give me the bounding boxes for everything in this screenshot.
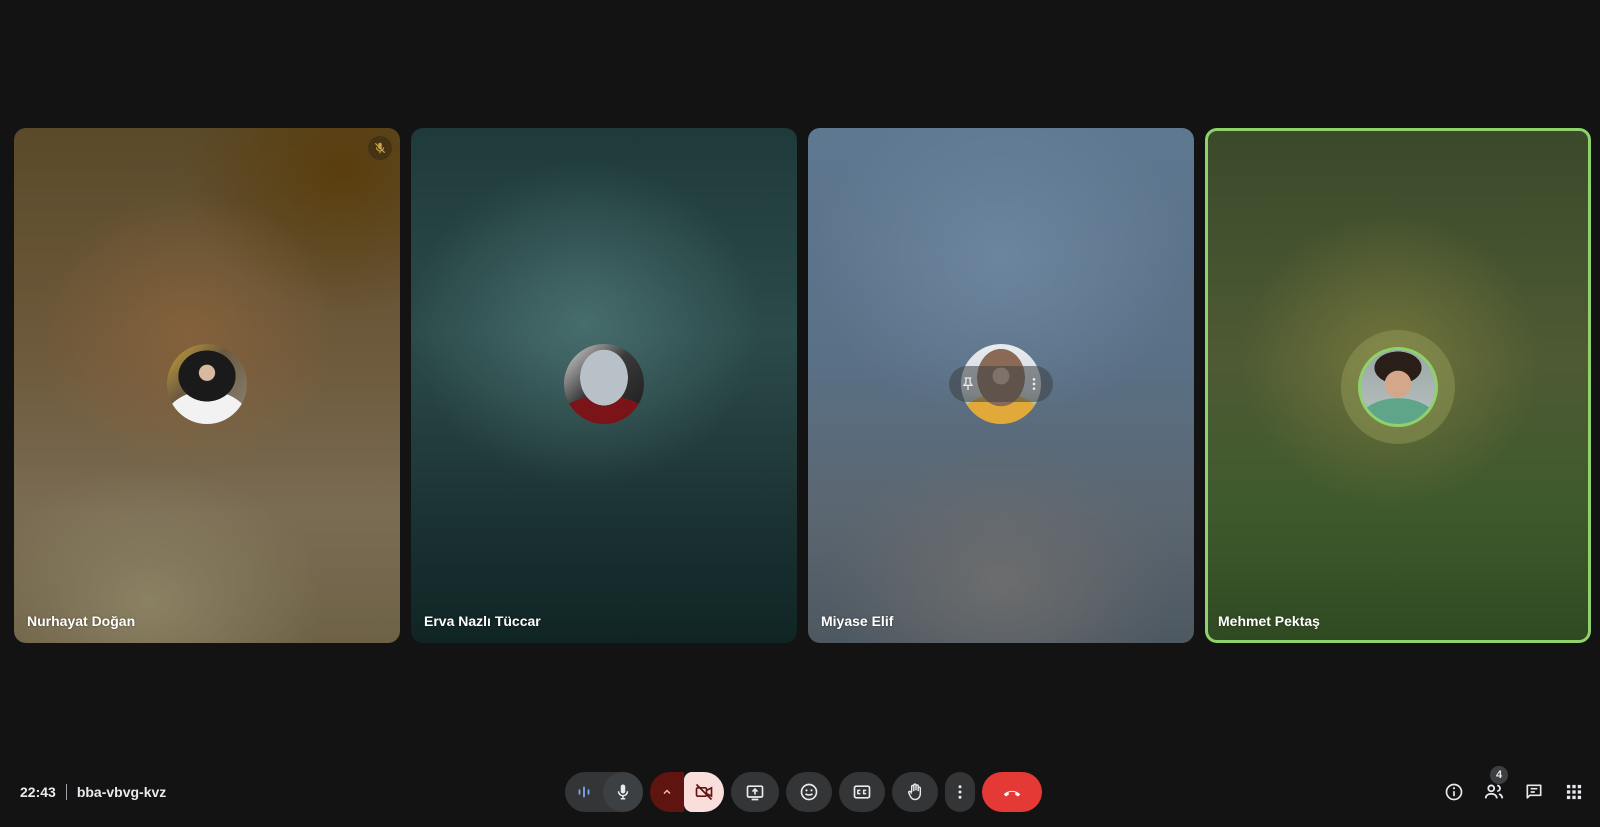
participant-avatar	[167, 344, 247, 424]
microphone-group	[565, 772, 643, 812]
present-screen-button[interactable]	[731, 772, 779, 812]
audio-levels-icon	[578, 786, 590, 798]
chat-button[interactable]	[1520, 778, 1548, 806]
emoji-icon	[800, 783, 818, 801]
participant-tile[interactable]: Erva Nazlı Tüccar	[411, 128, 797, 643]
participant-name: Nurhayat Doğan	[27, 613, 136, 629]
apps-grid-icon	[1566, 784, 1582, 800]
mic-off-icon	[368, 136, 392, 160]
pin-icon	[962, 377, 974, 390]
chat-icon	[1526, 784, 1542, 799]
participant-tile[interactable]: Nurhayat Doğan	[14, 128, 400, 643]
camera-options-button[interactable]	[650, 772, 684, 812]
participant-tile[interactable]: Miyase Elif	[808, 128, 1194, 643]
side-panel-controls: 4	[1428, 766, 1588, 806]
camera-group	[650, 772, 724, 812]
chevron-up-icon	[663, 789, 671, 795]
people-count-badge: 4	[1490, 766, 1508, 784]
video-off-icon	[695, 783, 713, 801]
captions-button[interactable]	[839, 772, 885, 812]
meeting-info: 22:43 bba-vbvg-kvz	[20, 784, 166, 800]
microphone-icon	[617, 784, 629, 800]
participant-grid: Nurhayat Doğan Erva Nazlı Tüccar Miyase …	[14, 128, 1591, 643]
more-options-button[interactable]	[945, 772, 975, 812]
leave-call-button[interactable]	[982, 772, 1042, 812]
reactions-button[interactable]	[786, 772, 832, 812]
more-vert-icon	[1032, 378, 1036, 390]
participant-name: Miyase Elif	[821, 613, 894, 629]
pin-button[interactable]	[957, 373, 979, 395]
people-icon	[1484, 784, 1504, 799]
participant-tile-speaking[interactable]: Mehmet Pektaş	[1205, 128, 1591, 643]
call-controls	[565, 772, 1042, 812]
participant-avatar	[564, 344, 644, 424]
more-options-button[interactable]	[1023, 373, 1045, 395]
microphone-button[interactable]	[603, 772, 643, 812]
activities-button[interactable]	[1560, 778, 1588, 806]
call-end-icon	[1003, 790, 1021, 797]
divider	[65, 784, 67, 800]
tile-hover-controls	[949, 366, 1053, 402]
raise-hand-button[interactable]	[892, 772, 938, 812]
people-button[interactable]: 4	[1480, 766, 1508, 806]
meeting-details-button[interactable]	[1440, 778, 1468, 806]
raise-hand-icon	[908, 783, 922, 801]
info-icon	[1445, 783, 1463, 801]
more-vert-icon	[958, 785, 962, 799]
meeting-code: bba-vbvg-kvz	[76, 784, 167, 800]
audio-settings-button[interactable]	[565, 772, 603, 812]
closed-captions-icon	[853, 785, 871, 799]
meeting-time: 22:43	[20, 784, 56, 800]
present-to-all-icon	[746, 785, 764, 801]
participant-name: Mehmet Pektaş	[1218, 613, 1320, 629]
participant-avatar	[1358, 347, 1438, 427]
participant-name: Erva Nazlı Tüccar	[424, 613, 541, 629]
camera-toggle-button[interactable]	[684, 772, 724, 812]
